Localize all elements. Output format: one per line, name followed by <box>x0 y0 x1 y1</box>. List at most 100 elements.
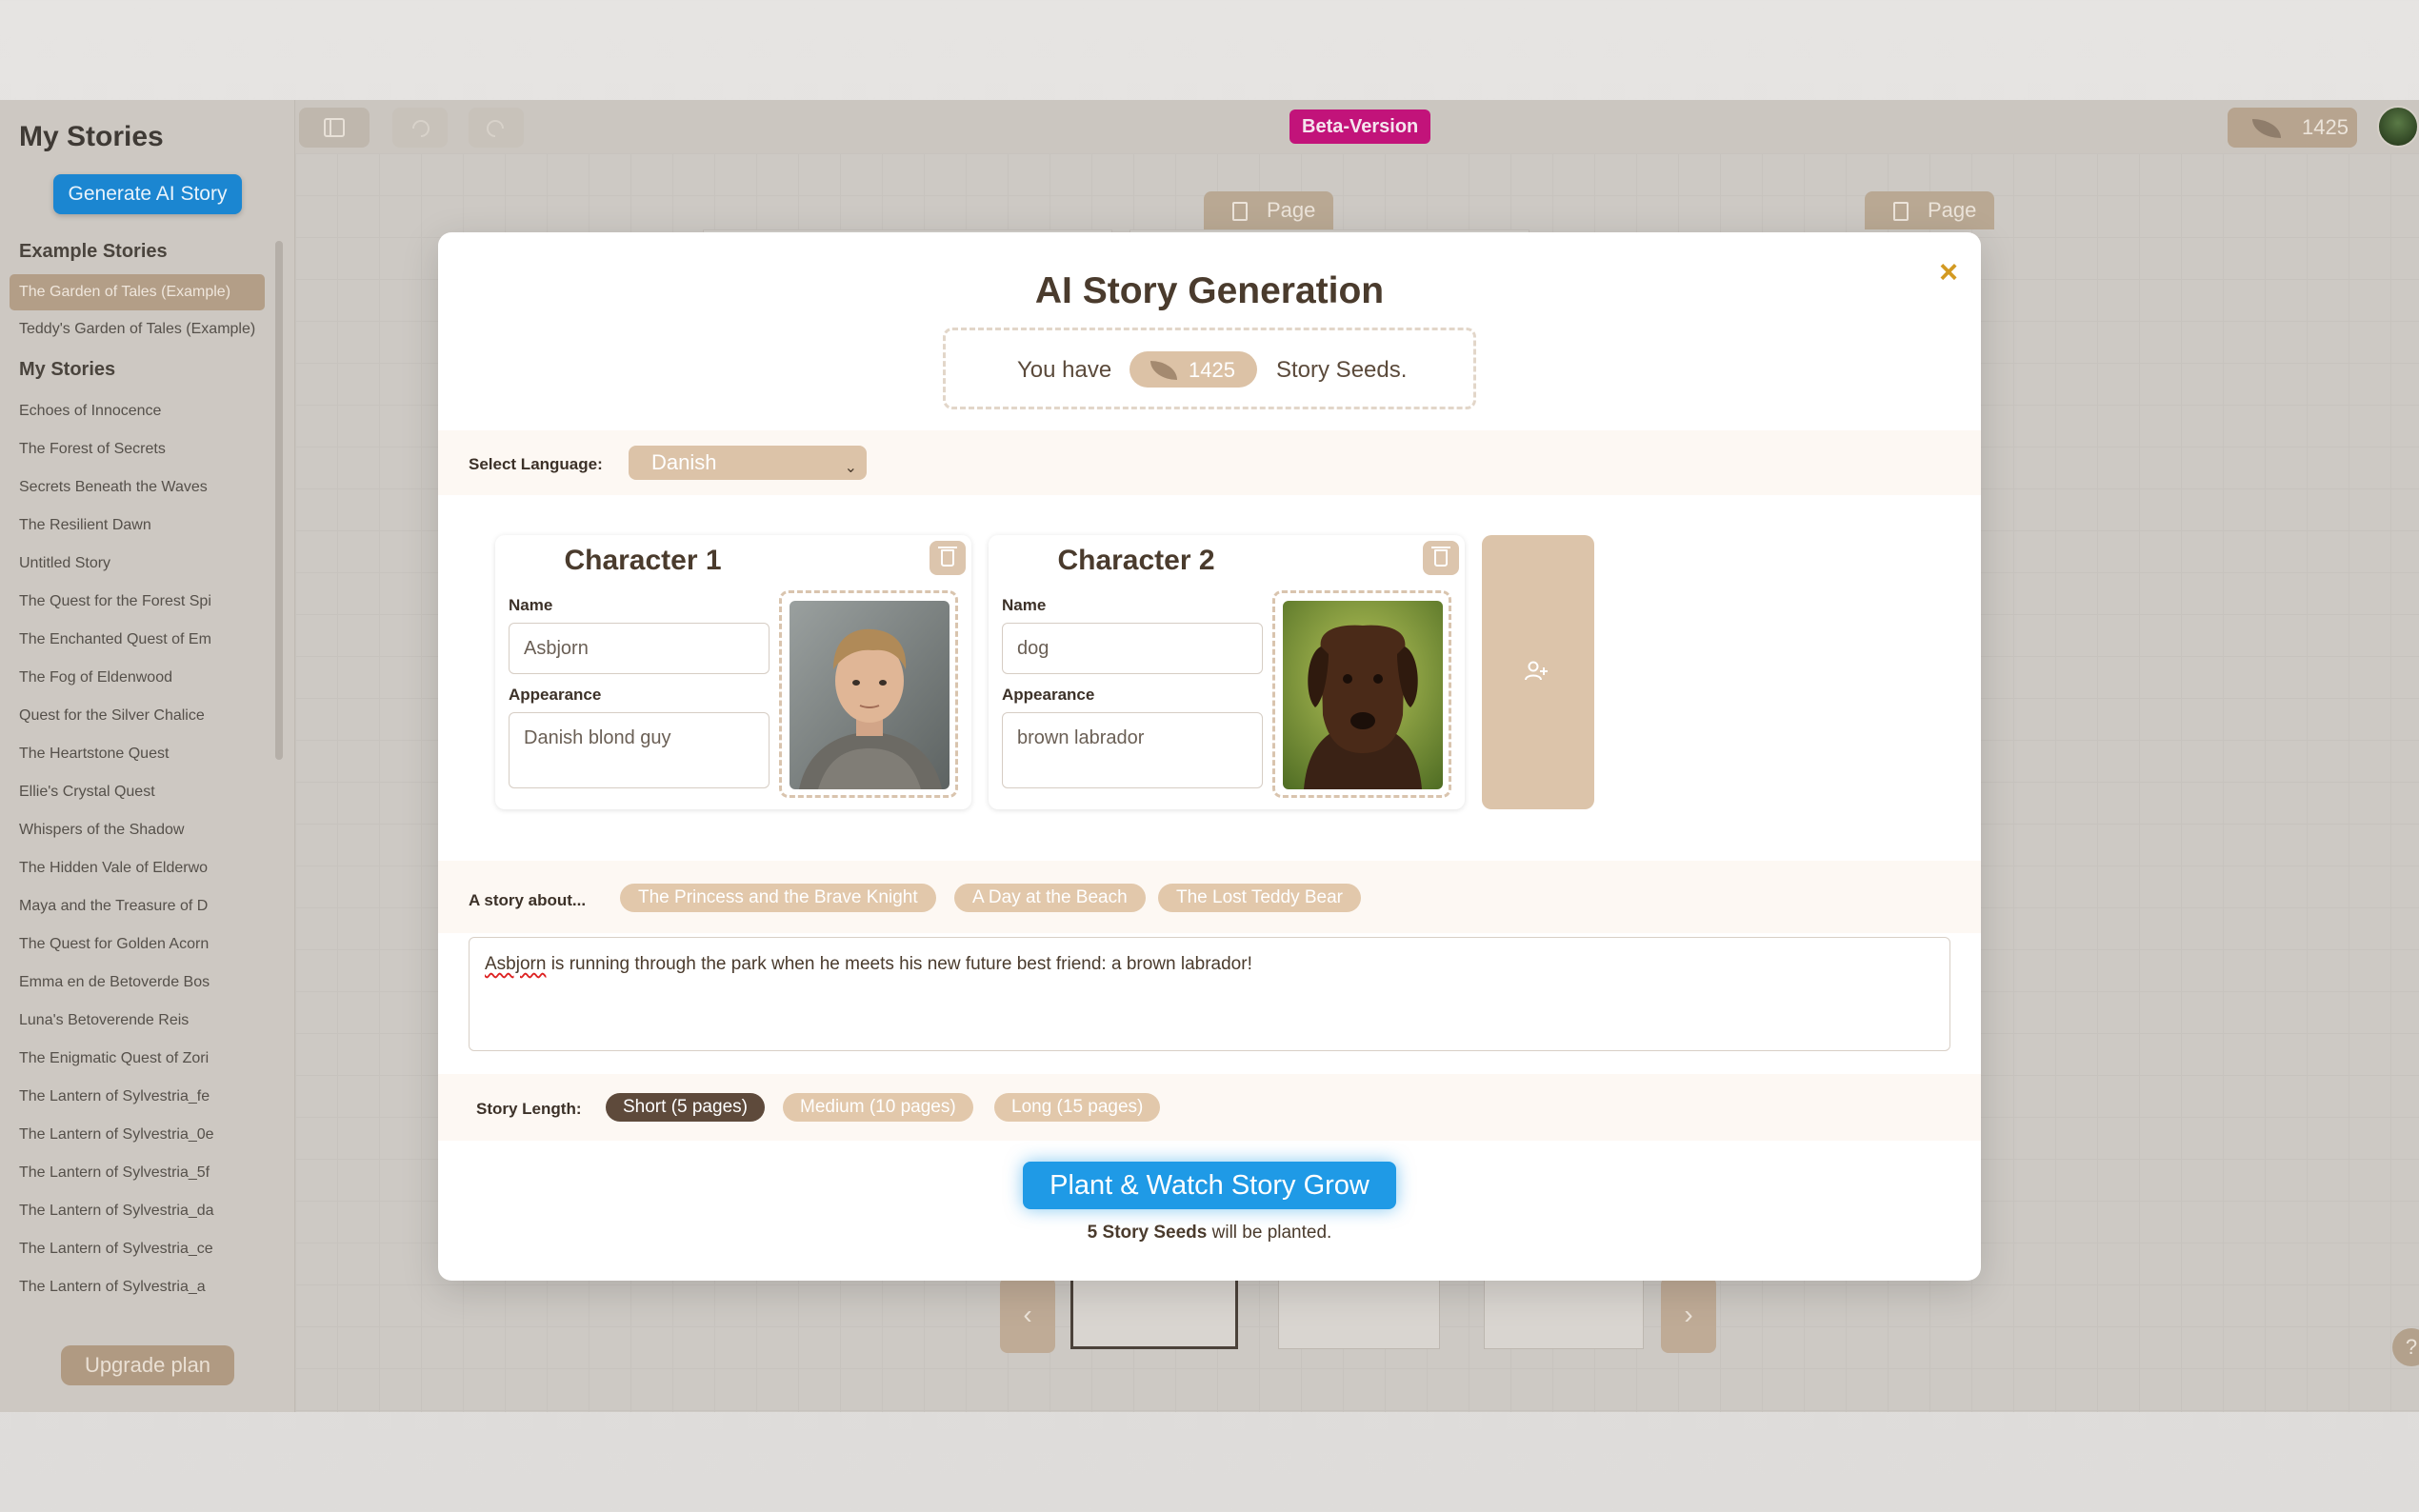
page-tab-left[interactable]: Page <box>1204 191 1333 229</box>
length-option-short[interactable]: Short (5 pages) <box>606 1093 765 1122</box>
character-portrait <box>1283 601 1443 789</box>
sidebar-title: My Stories <box>19 121 164 152</box>
seeds-count: 1425 <box>2302 115 2349 139</box>
length-option-medium[interactable]: Medium (10 pages) <box>783 1093 973 1122</box>
sidebar-toggle-button[interactable] <box>299 108 370 148</box>
character-title: Character 1 <box>564 545 722 576</box>
story-length-label: Story Length: <box>476 1100 582 1118</box>
sidebar-item-story[interactable]: Emma en de Betoverde Bos <box>10 964 265 1002</box>
sidebar-item-story[interactable]: The Lantern of Sylvestria_a <box>10 1268 265 1306</box>
page-tab-label: Page <box>1928 198 1977 222</box>
page-tab-right[interactable]: Page <box>1865 191 1994 229</box>
name-label: Name <box>1002 596 1047 614</box>
undo-icon <box>412 120 430 137</box>
sidebar-item-story[interactable]: The Lantern of Sylvestria_5f <box>10 1154 265 1192</box>
name-label: Name <box>509 596 553 614</box>
sidebar-item-story[interactable]: Secrets Beneath the Waves <box>10 468 265 507</box>
trash-icon <box>1434 549 1448 567</box>
ai-story-generation-dialog: × AI Story Generation You have 1425 Stor… <box>438 232 1981 1281</box>
sidebar-item-story[interactable]: The Lantern of Sylvestria_ce <box>10 1230 265 1268</box>
my-stories-heading: My Stories <box>19 359 116 380</box>
story-suggestion-chip[interactable]: The Lost Teddy Bear <box>1158 884 1361 912</box>
plant-cost-amount: 5 Story Seeds <box>1087 1223 1208 1243</box>
page-thumbnail-selected[interactable] <box>1070 1277 1238 1349</box>
character-photo-frame[interactable] <box>779 590 958 798</box>
generate-ai-story-button[interactable]: Generate AI Story <box>53 174 242 214</box>
sidebar-item-story[interactable]: Echoes of Innocence <box>10 392 265 430</box>
sidebar-item-story[interactable]: The Enchanted Quest of Em <box>10 621 265 659</box>
delete-character-button[interactable] <box>1423 541 1459 575</box>
sidebar-item-story[interactable]: The Lantern of Sylvestria_fe <box>10 1078 265 1116</box>
sidebar-item-story[interactable]: Maya and the Treasure of D <box>10 887 265 925</box>
trash-icon <box>1232 202 1248 221</box>
sidebar-item-story[interactable]: The Quest for Golden Acorn <box>10 925 265 964</box>
delete-character-button[interactable] <box>930 541 966 575</box>
seed-icon <box>2252 119 2281 138</box>
seed-balance-prefix: You have <box>1017 357 1112 383</box>
sidebar-item-story[interactable]: Whispers of the Shadow <box>10 811 265 849</box>
page-thumbnail[interactable] <box>1484 1277 1644 1349</box>
story-prompt-textarea[interactable]: Asbjorn is running through the park when… <box>469 937 1950 1051</box>
language-value: Danish <box>651 450 717 474</box>
character-name-input[interactable]: Asbjorn <box>509 623 770 674</box>
character-card-2: Character 2 Name dog Appearance brown la… <box>989 535 1465 809</box>
story-suggestion-chip[interactable]: The Princess and the Brave Knight <box>620 884 936 912</box>
sidebar-scrollbar[interactable] <box>275 241 283 760</box>
undo-button[interactable] <box>392 108 448 148</box>
sidebar-item-story[interactable]: Luna's Betoverende Reis <box>10 1002 265 1040</box>
appearance-label: Appearance <box>1002 686 1095 704</box>
sidebar-item-story[interactable]: The Heartstone Quest <box>10 735 265 773</box>
avatar[interactable] <box>2377 106 2419 148</box>
language-select[interactable]: Danish ⌄ <box>629 446 867 480</box>
sidebar-item-story[interactable]: The Lantern of Sylvestria_da <box>10 1192 265 1230</box>
story-text: is running through the park when he meet… <box>546 954 1252 974</box>
top-toolbar: Beta-Version 1425 <box>295 100 2419 153</box>
add-person-icon <box>1525 661 1548 681</box>
length-option-long[interactable]: Long (15 pages) <box>994 1093 1161 1122</box>
sidebar-item-example-1[interactable]: Teddy's Garden of Tales (Example) <box>10 310 265 348</box>
character-appearance-input[interactable]: brown labrador <box>1002 712 1263 788</box>
language-label: Select Language: <box>469 455 603 473</box>
redo-icon <box>487 120 504 137</box>
seed-balance-count: 1425 <box>1189 358 1235 382</box>
redo-button[interactable] <box>469 108 524 148</box>
sidebar-item-story[interactable]: Quest for the Silver Chalice <box>10 697 265 735</box>
seeds-counter[interactable]: 1425 <box>2228 108 2357 148</box>
sidebar-item-story[interactable]: The Quest for the Forest Spi <box>10 583 265 621</box>
sidebar-item-story[interactable]: The Enigmatic Quest of Zori <box>10 1040 265 1078</box>
character-card-1: Character 1 Name Asbjorn Appearance Dani… <box>495 535 971 809</box>
plant-cost-note: 5 Story Seeds will be planted. <box>438 1223 1981 1243</box>
prev-page-button[interactable]: ‹ <box>1000 1277 1055 1353</box>
plant-story-button[interactable]: Plant & Watch Story Grow <box>1023 1162 1396 1209</box>
dialog-title: AI Story Generation <box>1034 270 1385 311</box>
next-page-button[interactable]: › <box>1661 1277 1716 1353</box>
character-name-input[interactable]: dog <box>1002 623 1263 674</box>
sidebar-item-story[interactable]: The Fog of Eldenwood <box>10 659 265 697</box>
trash-lid <box>938 547 957 548</box>
page-thumbnail[interactable] <box>1278 1277 1440 1349</box>
appearance-label: Appearance <box>509 686 602 704</box>
trash-lid <box>1431 547 1450 548</box>
add-character-button[interactable] <box>1482 535 1594 809</box>
sidebar-item-story[interactable]: Ellie's Crystal Quest <box>10 773 265 811</box>
sidebar-item-story[interactable]: The Resilient Dawn <box>10 507 265 545</box>
trash-icon <box>941 549 954 567</box>
example-stories-list: The Garden of Tales (Example) Teddy's Ga… <box>10 274 265 348</box>
page-tab-label: Page <box>1267 198 1316 222</box>
story-about-label: A story about... <box>469 891 587 909</box>
character-appearance-input[interactable]: Danish blond guy <box>509 712 770 788</box>
sidebar-item-story[interactable]: Untitled Story <box>10 545 265 583</box>
help-button[interactable]: ? <box>2392 1328 2419 1366</box>
upgrade-plan-button[interactable]: Upgrade plan <box>61 1345 234 1385</box>
my-stories-list: Echoes of Innocence The Forest of Secret… <box>10 392 265 1387</box>
story-suggestion-chip[interactable]: A Day at the Beach <box>954 884 1146 912</box>
character-title: Character 2 <box>1057 545 1215 576</box>
plant-cost-text: will be planted. <box>1207 1223 1332 1243</box>
sidebar-item-story[interactable]: The Hidden Vale of Elderwo <box>10 849 265 887</box>
sidebar-item-story[interactable]: The Forest of Secrets <box>10 430 265 468</box>
seed-balance-box: You have 1425 Story Seeds. <box>943 328 1476 409</box>
seed-balance-chip: 1425 <box>1130 351 1257 388</box>
sidebar-item-story[interactable]: The Lantern of Sylvestria_0e <box>10 1116 265 1154</box>
character-photo-frame[interactable] <box>1272 590 1451 798</box>
sidebar-item-example-0[interactable]: The Garden of Tales (Example) <box>10 274 265 310</box>
